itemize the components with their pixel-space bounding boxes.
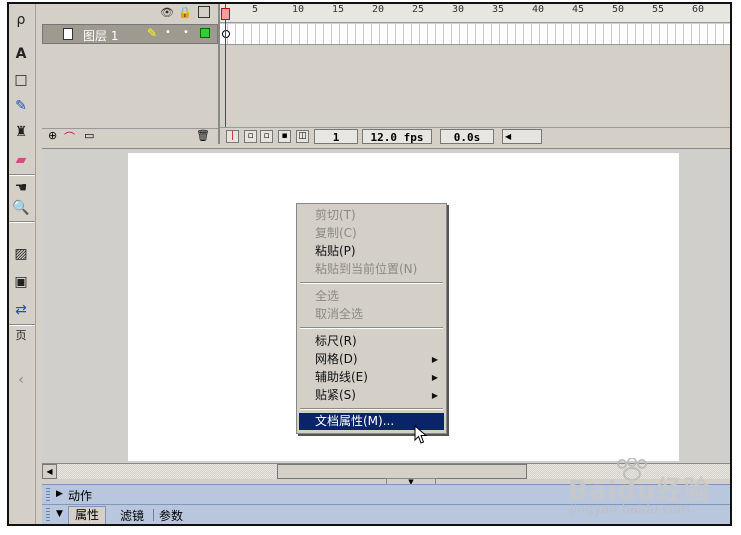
ruler-tick-label: 30 [452, 4, 465, 15]
hand-tool-icon[interactable]: ☚ [9, 178, 33, 198]
submenu-arrow-icon: ▶ [431, 391, 438, 400]
ruler-tick-label: 5 [252, 4, 259, 15]
ruler-tick-label: 60 [692, 4, 705, 15]
center-frame-icon[interactable]: | [226, 130, 239, 143]
frame-cells[interactable] [220, 24, 730, 45]
layer-page-icon [63, 28, 73, 40]
layers-list: 👁 🔒 图层 1 ✎ • • ⊕ ⌒ ▭ 🗑 [42, 4, 220, 144]
pencil-edit-icon: ✎ [147, 26, 158, 40]
outline-icon[interactable] [198, 6, 210, 18]
mouse-cursor-icon [414, 425, 428, 444]
tab-parameters[interactable]: 参数 [159, 507, 183, 524]
visibility-dot-icon[interactable]: • [165, 27, 171, 38]
lasso-tool-icon[interactable]: ρ [9, 10, 33, 30]
tab-filters[interactable]: 滤镜 [120, 507, 144, 524]
add-motion-guide-icon[interactable]: ⌒ [64, 129, 75, 145]
frame-rate-field[interactable]: 12.0 fps [362, 129, 432, 144]
fill-color-icon[interactable]: ▣ [9, 272, 33, 292]
baidu-watermark: Baidu经验 jingyan.baidu.com [564, 457, 734, 518]
pencil-tool-icon[interactable]: ✎ [9, 96, 33, 116]
lock-icon[interactable]: 🔒 [178, 6, 192, 19]
panel-grip-icon[interactable] [46, 508, 50, 521]
playhead [225, 4, 226, 144]
tools-panel: ρ A □ ✎ ♜ ▰ ☚ 🔍 ▨ ▣ ⇄ 页 ‹ [9, 4, 36, 524]
ruler-tick-label: 25 [412, 4, 425, 15]
menu-item-copy[interactable]: 复制(C) [299, 225, 444, 242]
ruler-tick-label: 45 [572, 4, 585, 15]
scroll-left-arrow-icon[interactable]: ◀ [505, 130, 511, 143]
ruler-tick-label: 55 [652, 4, 665, 15]
timeline-hscroll[interactable]: ◀ [502, 129, 542, 144]
ink-bottle-tool-icon[interactable]: ♜ [9, 122, 33, 142]
edit-multiple-frames-icon[interactable]: ▪ [278, 130, 291, 143]
timeline-panel: 👁 🔒 图层 1 ✎ • • ⊕ ⌒ ▭ 🗑 5 10 15 20 25 30 35 40 45… [42, 4, 730, 146]
ruler-tick-label: 35 [492, 4, 505, 15]
menu-item-snapping[interactable]: 贴紧(S) ▶ [299, 387, 444, 404]
panel-grip-icon[interactable] [46, 488, 50, 501]
eraser-tool-icon[interactable]: ▰ [9, 150, 33, 170]
watermark-url: jingyan.baidu.com [570, 502, 690, 517]
layer-color-swatch[interactable] [200, 28, 210, 38]
context-menu: 剪切(T) 复制(C) 粘贴(P) 粘贴到当前位置(N) 全选 取消全选 标尺(… [296, 203, 447, 434]
ruler-tick-label: 20 [372, 4, 385, 15]
zoom-tool-icon[interactable]: 🔍 [9, 198, 33, 218]
frames-area: 5 10 15 20 25 30 35 40 45 50 55 60 | ▫ ▫ ▪ ◫ 1 12.0… [220, 4, 730, 146]
layer-name: 图层 1 [83, 29, 119, 43]
swap-colors-icon[interactable]: ⇄ [9, 300, 33, 320]
menu-item-cut[interactable]: 剪切(T) [299, 207, 444, 224]
menu-item-paste[interactable]: 粘贴(P) [299, 243, 444, 260]
add-layer-icon[interactable]: ⊕ [48, 129, 57, 142]
add-folder-icon[interactable]: ▭ [84, 129, 94, 142]
menu-item-deselect-all[interactable]: 取消全选 [299, 306, 444, 323]
ruler-tick-label: 40 [532, 4, 545, 15]
keyframe-icon[interactable] [222, 30, 230, 38]
onion-outlines-icon[interactable]: ▫ [260, 130, 273, 143]
collapse-arrow-icon[interactable]: ‹ [9, 370, 33, 390]
playhead-handle[interactable] [221, 8, 230, 20]
options-icon: 页 [15, 329, 27, 342]
ruler-tick-label: 15 [332, 4, 345, 15]
menu-item-guides[interactable]: 辅助线(E) ▶ [299, 369, 444, 386]
actions-panel-title: 动作 [68, 489, 93, 503]
text-tool-icon[interactable]: A [9, 44, 33, 64]
menu-item-paste-in-place[interactable]: 粘贴到当前位置(N) [299, 261, 444, 278]
current-frame-field: 1 [314, 129, 358, 144]
ruler-tick-label: 50 [612, 4, 625, 15]
elapsed-time-field: 0.0s [440, 129, 494, 144]
submenu-arrow-icon: ▶ [431, 373, 438, 382]
delete-layer-icon[interactable]: 🗑 [196, 129, 210, 142]
stroke-color-icon[interactable]: ▨ [9, 244, 33, 264]
menu-item-grid[interactable]: 网格(D) ▶ [299, 351, 444, 368]
submenu-arrow-icon: ▶ [431, 355, 438, 364]
tab-properties[interactable]: 属性 [68, 506, 107, 524]
lock-dot-icon[interactable]: • [183, 27, 189, 38]
scroll-left-arrow-icon[interactable]: ◀ [42, 464, 57, 479]
expand-arrow-icon[interactable]: ▶ [56, 489, 63, 499]
eye-icon[interactable]: 👁 [160, 6, 174, 19]
layer-row[interactable]: 图层 1 ✎ • • [42, 24, 218, 44]
menu-item-rulers[interactable]: 标尺(R) [299, 333, 444, 350]
timeline-status-bar: | ▫ ▫ ▪ ◫ 1 12.0 fps 0.0s ◀ [220, 127, 730, 146]
scroll-thumb[interactable] [277, 464, 527, 479]
ruler-tick-label: 10 [292, 4, 305, 15]
modify-onion-markers-icon[interactable]: ◫ [296, 130, 309, 143]
frame-ruler: 5 10 15 20 25 30 35 40 45 50 55 60 [220, 4, 730, 23]
menu-item-select-all[interactable]: 全选 [299, 288, 444, 305]
collapse-arrow-icon[interactable]: ▼ [56, 509, 63, 519]
rectangle-tool-icon[interactable]: □ [9, 70, 33, 90]
onion-skin-icon[interactable]: ▫ [244, 130, 257, 143]
